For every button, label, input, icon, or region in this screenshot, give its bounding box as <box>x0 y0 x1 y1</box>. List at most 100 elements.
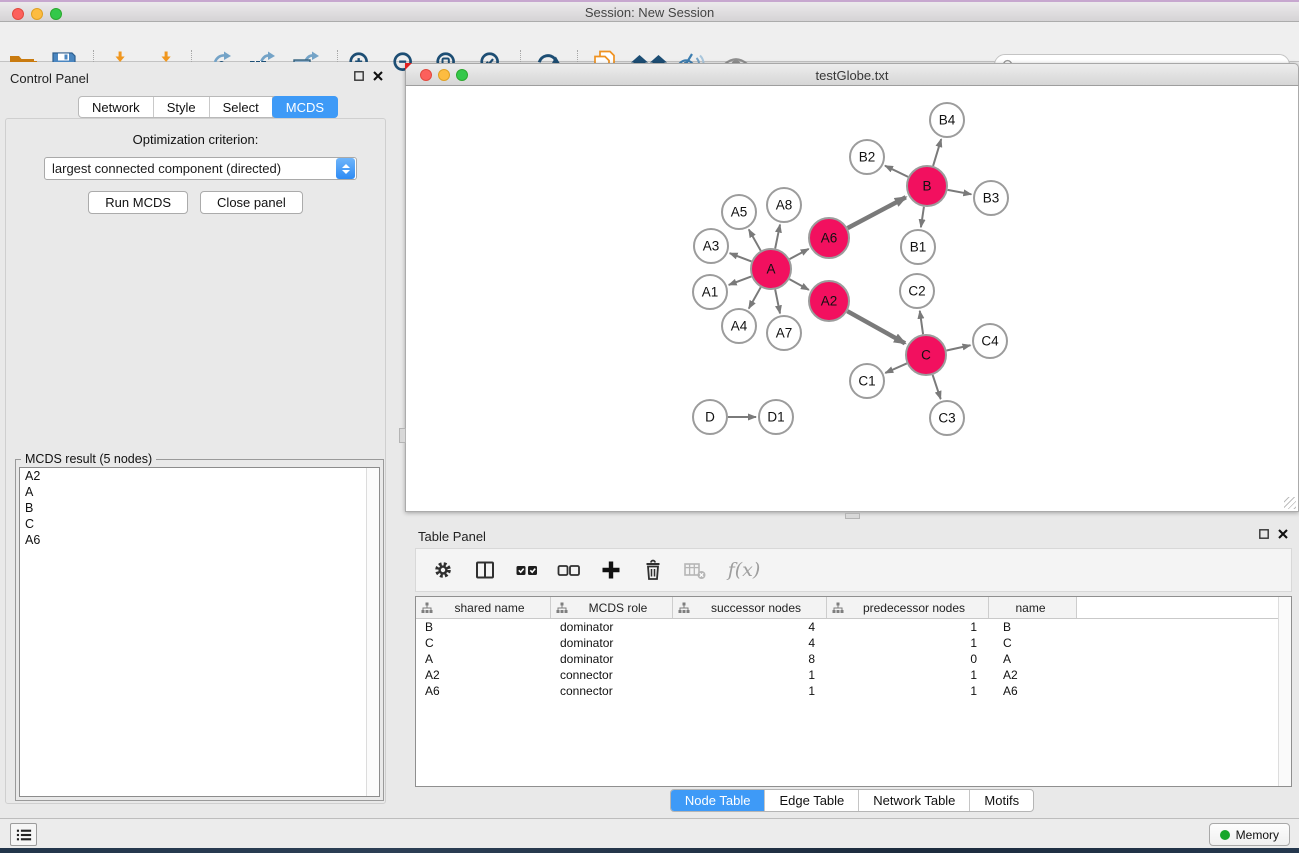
column-header-MCDS-role[interactable]: MCDS role <box>551 597 673 618</box>
window-title: Session: New Session <box>0 5 1299 20</box>
table-cell[interactable]: A <box>416 652 551 666</box>
control-panel-tabs: Network Style Select MCDS <box>78 96 338 118</box>
table-cell[interactable]: dominator <box>551 636 673 650</box>
table-cell[interactable]: connector <box>551 668 673 682</box>
mcds-result-list[interactable]: A2ABCA6 <box>19 467 380 797</box>
table-cell[interactable]: B <box>416 620 551 634</box>
node-label-A4: A4 <box>731 319 748 334</box>
node-label-A8: A8 <box>776 198 793 213</box>
table-cell[interactable]: C <box>416 636 551 650</box>
edge-C-C3[interactable] <box>933 375 941 399</box>
table-cell[interactable]: 8 <box>673 652 827 666</box>
mcds-result-group: MCDS result (5 nodes) A2ABCA6 <box>15 459 384 801</box>
column-header-name[interactable]: name <box>989 597 1077 618</box>
table-row[interactable]: Bdominator41B <box>416 619 1291 635</box>
node-label-C: C <box>921 348 931 363</box>
table-row[interactable]: A6connector11A6 <box>416 683 1291 699</box>
fx-label: f(x) <box>728 559 761 581</box>
edge-A-A5[interactable] <box>749 229 761 250</box>
edge-C-C4[interactable] <box>947 345 971 350</box>
tab-node-table[interactable]: Node Table <box>671 790 765 811</box>
table-scrollbar[interactable] <box>1278 597 1291 786</box>
network-graph[interactable]: B4B2BB3A8A5A6A3B1AA1C2A2A4A7C4CC1DD1C3 <box>406 86 1298 510</box>
edge-A-A1[interactable] <box>729 276 752 285</box>
edge-A-A7[interactable] <box>775 290 780 314</box>
unselect-all-columns-button[interactable] <box>554 555 584 585</box>
tab-edge-table[interactable]: Edge Table <box>764 790 858 811</box>
edge-A-A3[interactable] <box>730 253 752 261</box>
edge-B-B4[interactable] <box>933 139 941 166</box>
result-item[interactable]: B <box>20 500 379 516</box>
divider-handle-left[interactable] <box>399 428 406 443</box>
close-panel-button[interactable]: Close panel <box>200 191 303 214</box>
network-canvas[interactable]: B4B2BB3A8A5A6A3B1AA1C2A2A4A7C4CC1DD1C3 <box>405 86 1299 512</box>
edge-B-B3[interactable] <box>948 190 972 194</box>
table-cell[interactable]: 4 <box>673 636 827 650</box>
table-cell[interactable]: A <box>989 652 1077 666</box>
table-settings-button[interactable] <box>428 555 458 585</box>
create-column-button[interactable] <box>596 555 626 585</box>
edge-B-B1[interactable] <box>921 207 924 227</box>
result-scrollbar[interactable] <box>366 468 379 796</box>
table-cell[interactable]: 1 <box>827 636 989 650</box>
table-cell[interactable]: A2 <box>416 668 551 682</box>
table-cell[interactable]: 4 <box>673 620 827 634</box>
table-cell[interactable]: dominator <box>551 652 673 666</box>
edge-A-A2[interactable] <box>789 279 808 290</box>
divider-handle-bottom[interactable] <box>845 513 860 519</box>
table-cell[interactable]: 1 <box>673 668 827 682</box>
edge-A-A4[interactable] <box>749 287 761 308</box>
tab-network-table[interactable]: Network Table <box>858 790 969 811</box>
close-panel-icon[interactable] <box>373 71 383 81</box>
float-panel-icon[interactable] <box>1259 529 1269 539</box>
tab-mcds[interactable]: MCDS <box>272 96 338 118</box>
table-cell[interactable]: B <box>989 620 1077 634</box>
edge-B-B2[interactable] <box>885 166 908 177</box>
table-cell[interactable]: dominator <box>551 620 673 634</box>
close-panel-icon[interactable] <box>1278 529 1288 539</box>
tab-style[interactable]: Style <box>154 97 210 117</box>
float-panel-icon[interactable] <box>354 71 364 81</box>
node-label-A2: A2 <box>821 294 838 309</box>
memory-button[interactable]: Memory <box>1209 823 1290 846</box>
result-item[interactable]: A <box>20 484 379 500</box>
table-cell[interactable]: A6 <box>416 684 551 698</box>
table-cell[interactable]: 1 <box>827 668 989 682</box>
select-all-columns-button[interactable] <box>512 555 542 585</box>
tab-select[interactable]: Select <box>210 97 273 117</box>
delete-column-button[interactable] <box>638 555 668 585</box>
tab-network[interactable]: Network <box>79 97 154 117</box>
column-tree-icon <box>832 602 844 614</box>
table-cell[interactable]: A6 <box>989 684 1077 698</box>
window-resize-grip[interactable] <box>1284 497 1296 509</box>
column-header-successor-nodes[interactable]: successor nodes <box>673 597 827 618</box>
edge-A6-B[interactable] <box>848 197 906 228</box>
result-item[interactable]: A2 <box>20 468 379 484</box>
table-row[interactable]: Cdominator41C <box>416 635 1291 651</box>
result-item[interactable]: C <box>20 516 379 532</box>
task-history-button[interactable] <box>10 823 37 846</box>
table-cell[interactable]: 0 <box>827 652 989 666</box>
table-cell[interactable]: 1 <box>673 684 827 698</box>
column-header-shared-name[interactable]: shared name <box>416 597 551 618</box>
table-cell[interactable]: C <box>989 636 1077 650</box>
result-item[interactable]: A6 <box>20 532 379 548</box>
table-cell[interactable]: 1 <box>827 684 989 698</box>
tab-motifs[interactable]: Motifs <box>969 790 1033 811</box>
edge-A2-C[interactable] <box>847 311 905 343</box>
network-window-titlebar[interactable]: testGlobe.txt <box>405 63 1299 86</box>
show-columns-button[interactable] <box>470 555 500 585</box>
table-row[interactable]: Adominator80A <box>416 651 1291 667</box>
table-cell[interactable]: 1 <box>827 620 989 634</box>
criterion-dropdown[interactable]: largest connected component (directed) <box>44 157 357 180</box>
table-row[interactable]: A2connector11A2 <box>416 667 1291 683</box>
node-table[interactable]: shared name MCDS role successor nodes pr… <box>415 596 1292 787</box>
edge-C-C2[interactable] <box>920 311 923 334</box>
run-mcds-button[interactable]: Run MCDS <box>88 191 188 214</box>
table-cell[interactable]: A2 <box>989 668 1077 682</box>
table-cell[interactable]: connector <box>551 684 673 698</box>
edge-A-A8[interactable] <box>775 225 780 249</box>
column-header-predecessor-nodes[interactable]: predecessor nodes <box>827 597 989 618</box>
edge-A-A6[interactable] <box>790 249 809 259</box>
edge-C-C1[interactable] <box>885 363 906 372</box>
